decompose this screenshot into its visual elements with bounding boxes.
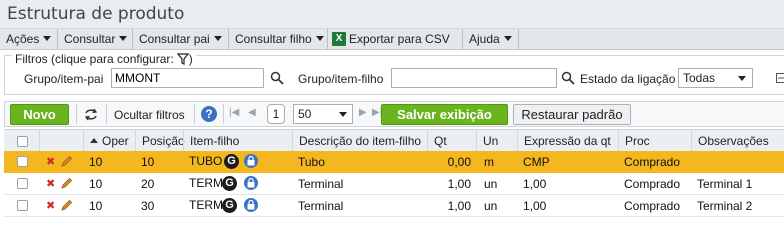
column-header-proc[interactable]: Proc [618,129,691,153]
delete-icon[interactable]: ✖ [46,177,55,190]
chevron-down-icon [43,36,52,42]
cell-qt: 0,00 [447,155,471,169]
lock-icon[interactable] [244,176,258,190]
new-button[interactable]: Novo [10,104,69,125]
column-header-qt[interactable]: Qt [427,129,476,153]
chevron-down-icon [213,36,222,42]
cell-expressao: 1,00 [523,199,547,213]
lock-icon[interactable] [244,198,258,212]
funnel-icon [176,53,189,65]
sort-asc-icon [90,138,98,144]
next-page-icon[interactable]: ▶ [359,107,367,118]
link-state-label: Estado da ligação [580,72,676,86]
row-checkbox[interactable] [17,200,28,211]
edit-icon[interactable] [60,155,73,168]
cell-descricao: Tubo [298,155,325,169]
cell-un: un [484,177,498,191]
column-header-expressao[interactable]: Expressão da qt [517,129,618,153]
menu-ajuda[interactable]: Ajuda [463,29,519,49]
menu-exportar-csv[interactable]: X Exportar para CSV [328,29,463,49]
cell-qt: 1,00 [447,199,471,213]
chevron-down-icon [339,112,347,117]
cell-descricao: Terminal [298,177,344,191]
refresh-icon[interactable] [84,108,98,121]
cell-item-filho[interactable]: TERM [189,172,223,194]
cell-qt: 1,00 [447,177,471,191]
column-header-un[interactable]: Un [476,129,517,153]
menu-bar: Ações Consultar Consultar pai Consultar … [0,29,784,50]
link-state-select[interactable]: Todas [678,68,753,88]
child-item-label: Grupo/item-filho [298,72,384,86]
column-header-posicao[interactable]: Posição [135,129,185,153]
delete-icon[interactable]: ✖ [46,199,55,212]
row-checkbox[interactable] [17,178,28,189]
row-checkbox[interactable] [17,156,28,167]
chevron-down-icon [315,36,324,42]
cell-oper: 10 [89,199,103,213]
menu-consultar-filho[interactable]: Consultar filho [229,29,328,49]
g-badge-icon[interactable]: G [222,176,237,191]
excel-icon: X [332,31,346,46]
cell-expressao: 1,00 [523,177,547,191]
hide-filters-button[interactable]: Ocultar filtros [114,108,185,122]
cell-posicao: 10 [141,155,155,169]
prev-page-icon[interactable]: ◀ [248,107,256,118]
search-icon[interactable] [561,71,575,85]
save-view-button[interactable]: Salvar exibição [381,104,508,125]
cell-oper: 10 [89,155,103,169]
menu-acoes[interactable]: Ações [0,29,58,49]
first-page-icon[interactable]: |◀ [229,107,239,118]
column-header-oper[interactable]: Oper [83,129,135,153]
child-item-input[interactable] [391,68,557,88]
cell-observacoes: Terminal 2 [697,199,753,213]
cell-item-filho[interactable]: TUBO [189,150,222,172]
column-header-descricao[interactable]: Descrição do item-filho [292,129,427,153]
page-number-input[interactable]: 1 [267,104,285,124]
menu-consultar[interactable]: Consultar [58,29,133,49]
edit-icon[interactable] [60,177,73,190]
parent-item-input[interactable] [111,68,264,88]
panel-toggle-icon[interactable] [776,73,784,83]
restore-default-button[interactable]: Restaurar padrão [513,104,631,125]
parent-item-label: Grupo/item-pai [24,72,104,86]
cell-expressao: CMP [523,155,550,169]
column-header-actions [39,129,83,153]
page-title: Estrutura de produto [7,4,185,24]
cell-proc: Comprado [624,199,681,213]
cell-un: un [484,199,498,213]
cell-posicao: 20 [141,177,155,191]
delete-icon[interactable]: ✖ [46,155,55,168]
edit-icon[interactable] [60,199,73,212]
column-header-observacoes[interactable]: Observações [691,129,784,153]
menu-consultar-pai[interactable]: Consultar pai [133,29,229,49]
help-icon[interactable]: ? [201,106,217,122]
chevron-down-icon [738,76,746,81]
cell-posicao: 30 [141,199,155,213]
cell-descricao: Terminal [298,199,344,213]
search-icon[interactable] [270,71,284,85]
cell-un: m [484,155,494,169]
page-size-select[interactable]: 50 [293,104,353,124]
cell-item-filho[interactable]: TERM [189,194,223,216]
filters-legend[interactable]: Filtros (clique para configurar:) [12,52,196,66]
g-badge-icon[interactable]: G [222,198,237,213]
cell-observacoes: Terminal 1 [697,177,753,191]
cell-proc: Comprado [624,155,681,169]
title-bar: Estrutura de produto [0,0,784,29]
cell-oper: 10 [89,177,103,191]
lock-icon[interactable] [244,154,258,168]
cell-proc: Comprado [624,177,681,191]
chevron-down-icon [119,36,128,42]
select-all-checkbox[interactable] [17,136,28,147]
chevron-down-icon [503,36,512,42]
g-badge-icon[interactable]: G [224,154,239,169]
